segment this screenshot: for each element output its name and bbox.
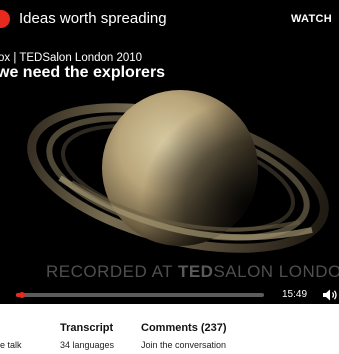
watch-menu-button[interactable]: WATCH (291, 13, 332, 25)
transcript-languages[interactable]: 34 languages (60, 340, 114, 350)
tab-transcript[interactable]: Transcript (60, 322, 113, 334)
recorded-suffix: SALON LONDON 2 (213, 262, 339, 281)
progress-bar[interactable] (16, 292, 264, 298)
tab-comments[interactable]: Comments (237) (141, 322, 227, 334)
recorded-prefix: RECORDED AT (46, 262, 178, 281)
video-player[interactable]: Ideas worth spreading WATCH ox | TEDSalo… (0, 0, 339, 304)
comments-join[interactable]: Join the conversation (141, 340, 226, 350)
speaker-event-line: ox | TEDSalon London 2010 (0, 52, 143, 64)
duration-label: 15:49 (282, 289, 308, 300)
recorded-watermark: RECORDED AT TEDSALON LONDON 2 (46, 262, 339, 282)
talk-title: we need the explorers (0, 64, 166, 81)
recorded-brand: TED (177, 262, 214, 281)
saturn-video-frame (27, 90, 329, 253)
talk-tab-subtitle[interactable]: e talk (0, 340, 22, 350)
volume-icon[interactable] (323, 289, 339, 301)
progress-scrubber-handle[interactable] (19, 292, 25, 298)
tagline: Ideas worth spreading (19, 10, 167, 27)
